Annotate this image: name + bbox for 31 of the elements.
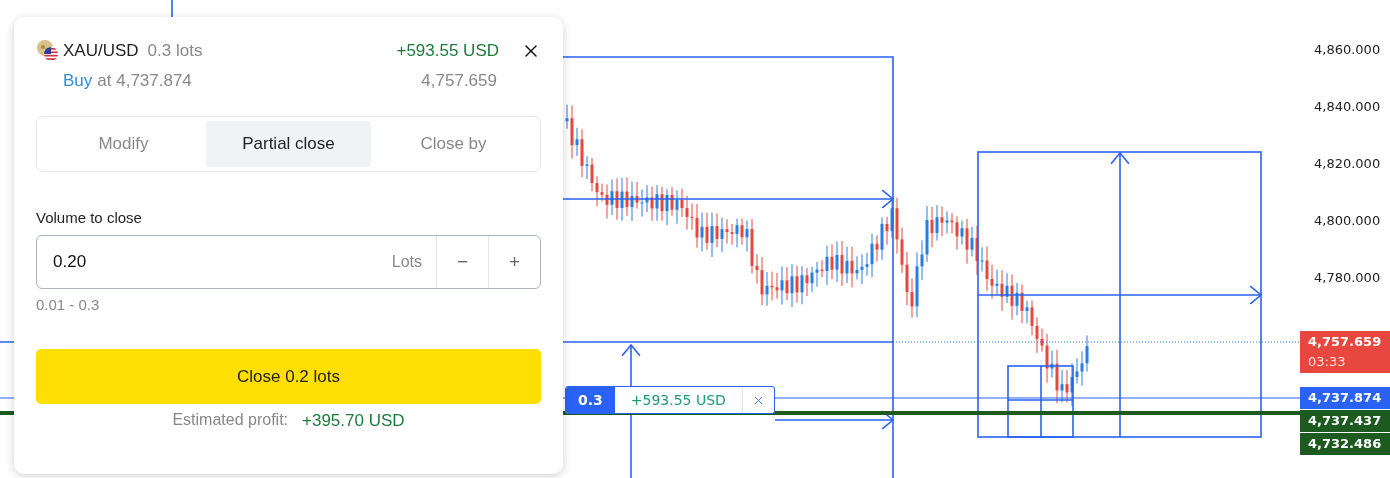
tab[interactable]: Modify	[41, 121, 206, 167]
increment-button[interactable]: +	[488, 236, 540, 288]
price-label: 4,800.000	[1314, 212, 1382, 230]
price-label: 4,820.000	[1314, 155, 1382, 173]
position-lots: 0.3 lots	[147, 40, 203, 61]
decrement-button[interactable]: −	[436, 236, 488, 288]
price-tag: 4,732.486	[1300, 433, 1390, 455]
price-label: 4,860.000	[1314, 41, 1382, 59]
tab[interactable]: Close by	[371, 121, 536, 167]
close-lots-button[interactable]: Close 0.2 lots	[36, 349, 541, 404]
current-price: 4,757.659	[421, 71, 497, 91]
volume-field[interactable]: 0.20 Lots − +	[36, 235, 541, 289]
position-chip[interactable]: 0.3 +593.55 USD	[565, 386, 775, 414]
tab[interactable]: Partial close	[206, 121, 371, 167]
price-tag: 4,737.874	[1300, 387, 1390, 409]
entry-price: at 4,737.874	[97, 71, 192, 91]
price-label: 4,780.000	[1314, 269, 1382, 287]
side-label: Buy	[63, 71, 93, 91]
coin-flag-icon	[36, 39, 59, 62]
range-hint: 0.01 - 0.3	[36, 296, 101, 313]
price-label: 4,840.000	[1314, 98, 1382, 116]
estimate-value: +395.70 USD	[302, 411, 405, 431]
unit-label: Lots	[391, 253, 423, 271]
estimate-label: Estimated profit:	[172, 411, 289, 430]
price-tag: 4,757.659 03:33	[1300, 331, 1390, 373]
field-label: Volume to close	[36, 209, 143, 226]
symbol-name: XAU/USD	[63, 40, 139, 61]
profit-value: +593.55 USD	[396, 40, 499, 61]
price-tag: 4,737.437	[1300, 410, 1390, 432]
position-profit: +593.55 USD	[629, 391, 727, 410]
position-volume: 0.3	[566, 387, 615, 413]
